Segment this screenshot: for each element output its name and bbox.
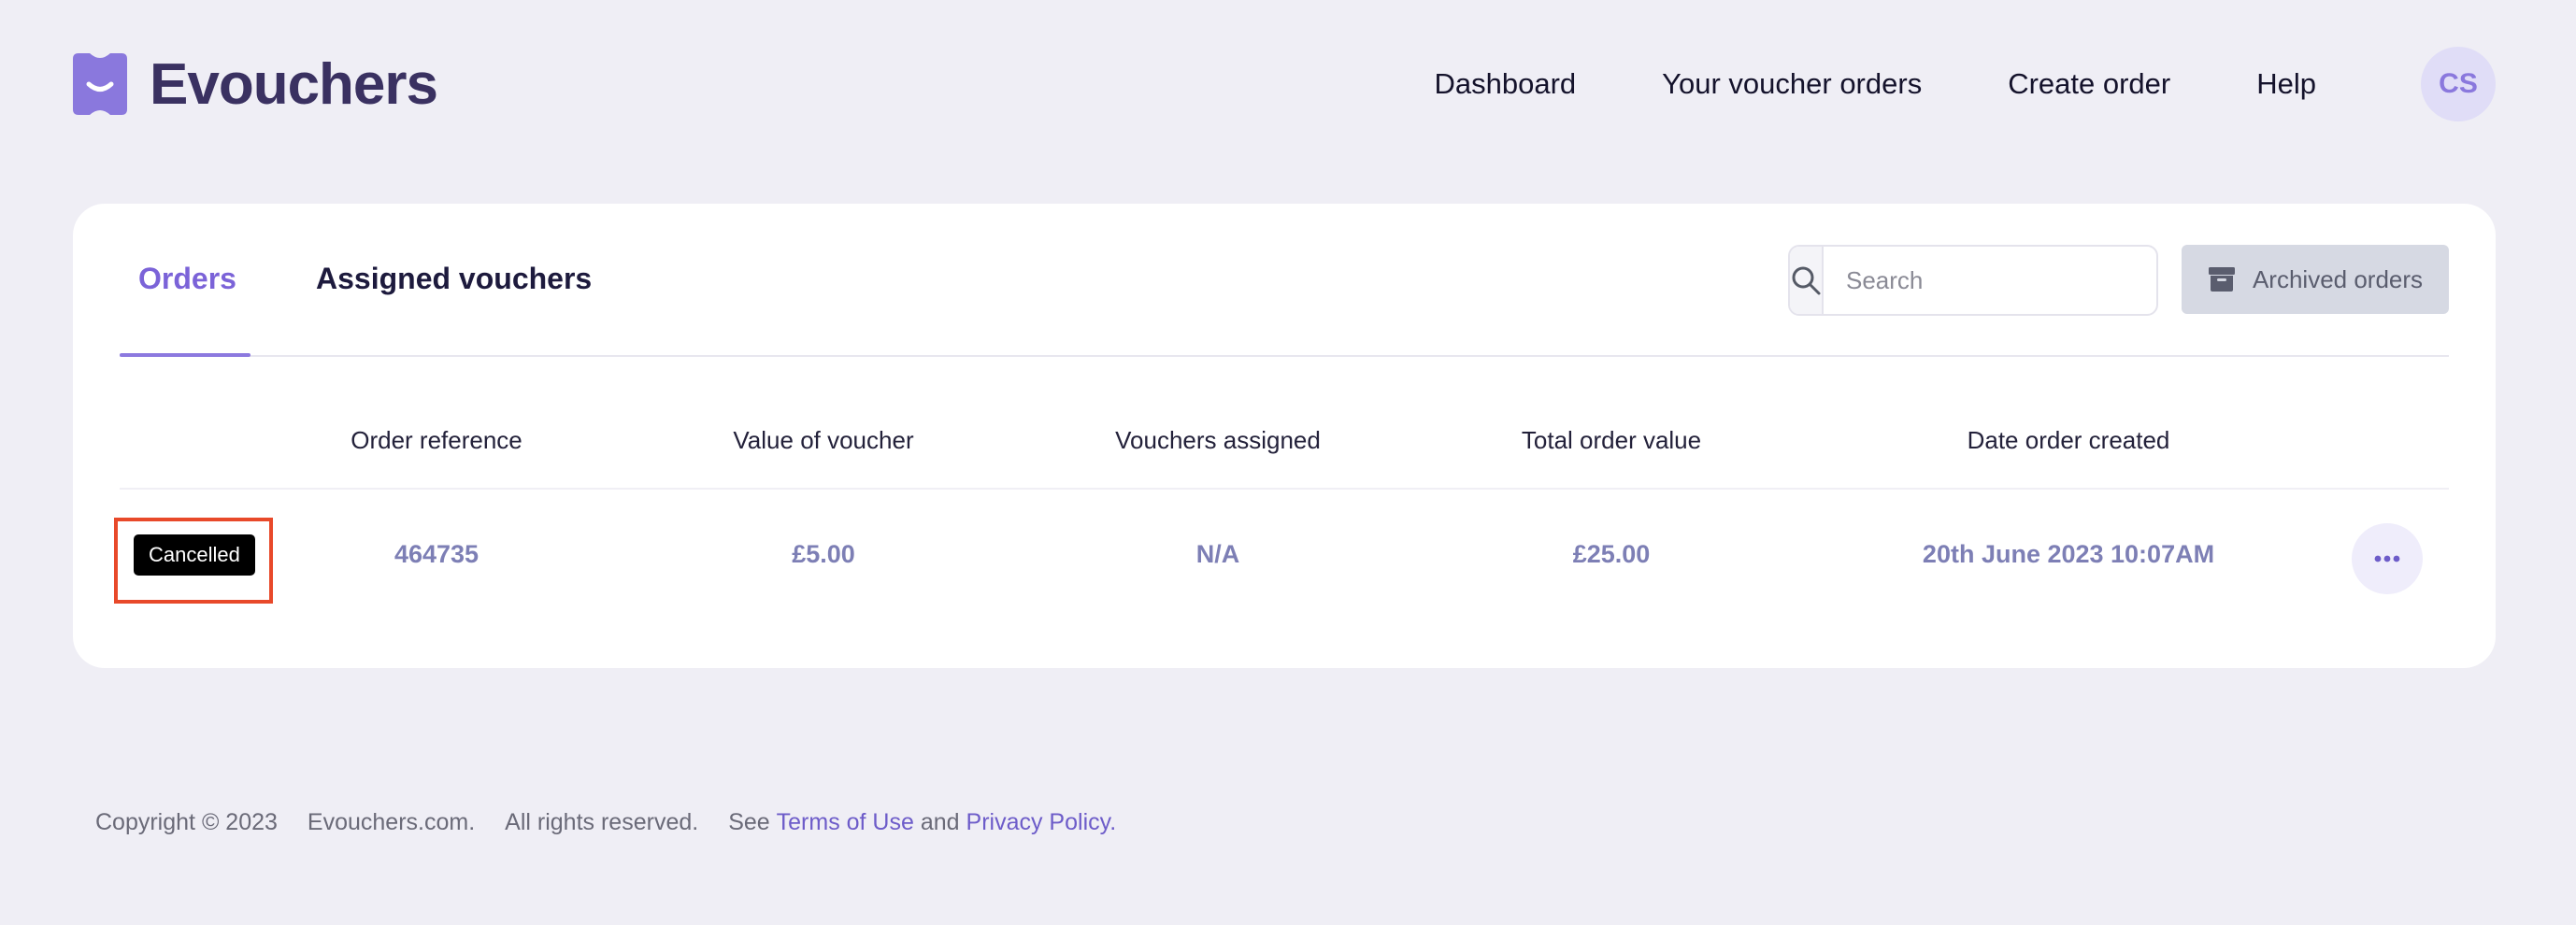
orders-table: Order reference Value of voucher Voucher… bbox=[114, 357, 2449, 617]
archived-orders-label: Archived orders bbox=[2252, 264, 2424, 293]
nav-your-voucher-orders[interactable]: Your voucher orders bbox=[1662, 67, 1922, 101]
footer: Copyright © 2023 Evouchers.com. All righ… bbox=[95, 809, 1116, 836]
archived-orders-button[interactable]: Archived orders bbox=[2182, 245, 2449, 314]
page: Evouchers Dashboard Your voucher orders … bbox=[0, 0, 2576, 925]
column-vouchers-assigned: Vouchers assigned bbox=[1115, 426, 1321, 454]
footer-links: See Terms of Use and Privacy Policy. bbox=[728, 809, 1116, 836]
tabs-bar: Orders Assigned vouchers Archi bbox=[120, 204, 2449, 357]
column-order-reference: Order reference bbox=[351, 426, 522, 454]
cell-value-of-voucher: £5.00 bbox=[792, 540, 855, 568]
search-icon bbox=[1792, 266, 1821, 295]
table-header: Order reference Value of voucher Voucher… bbox=[120, 357, 2449, 490]
search-box bbox=[1788, 245, 2158, 316]
status-badge: Cancelled bbox=[134, 534, 255, 576]
footer-and: and bbox=[920, 809, 960, 835]
cell-order-reference[interactable]: 464735 bbox=[394, 540, 479, 569]
search-input[interactable] bbox=[1824, 247, 2156, 314]
footer-see: See bbox=[728, 809, 770, 835]
footer-rights: All rights reserved. bbox=[505, 809, 699, 835]
terms-of-use-link[interactable]: Terms of Use bbox=[777, 809, 914, 835]
cell-date-order-created: 20th June 2023 10:07AM bbox=[1922, 540, 2215, 568]
row-actions-button[interactable] bbox=[2352, 523, 2423, 594]
top-header: Evouchers Dashboard Your voucher orders … bbox=[73, 37, 2496, 131]
cell-total-order-value: £25.00 bbox=[1572, 540, 1651, 568]
brand-name: Evouchers bbox=[150, 51, 438, 117]
orders-card: Orders Assigned vouchers Archi bbox=[73, 204, 2496, 668]
footer-site: Evouchers.com. bbox=[307, 809, 476, 835]
tab-orders[interactable]: Orders bbox=[138, 262, 236, 296]
main-nav: Dashboard Your voucher orders Create ord… bbox=[1435, 47, 2496, 121]
search-icon-wrap[interactable] bbox=[1790, 247, 1824, 314]
more-dots-icon bbox=[2374, 555, 2400, 562]
column-date-order-created: Date order created bbox=[1967, 426, 2170, 454]
nav-help[interactable]: Help bbox=[2256, 67, 2316, 101]
footer-copyright: Copyright © 2023 bbox=[95, 809, 278, 835]
tab-assigned-vouchers[interactable]: Assigned vouchers bbox=[316, 262, 592, 296]
cell-vouchers-assigned: N/A bbox=[1195, 540, 1240, 568]
user-avatar[interactable]: CS bbox=[2421, 47, 2496, 121]
column-total-order-value: Total order value bbox=[1521, 426, 1702, 454]
nav-create-order[interactable]: Create order bbox=[2008, 67, 2170, 101]
brand[interactable]: Evouchers bbox=[73, 51, 438, 118]
privacy-policy-link[interactable]: Privacy Policy. bbox=[966, 809, 1117, 835]
voucher-smile-icon bbox=[73, 53, 127, 115]
column-value-of-voucher: Value of voucher bbox=[733, 426, 914, 454]
archive-box-icon bbox=[2208, 267, 2235, 292]
table-row[interactable]: Cancelled 464735 £5.00 N/A £25.00 20th J… bbox=[114, 490, 2449, 617]
nav-dashboard[interactable]: Dashboard bbox=[1435, 67, 1577, 101]
